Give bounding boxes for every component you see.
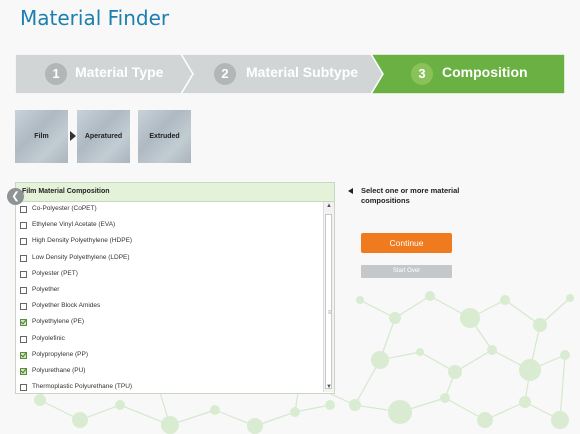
back-arrow-icon[interactable]: ❮ (7, 188, 24, 205)
molecule-node (560, 350, 570, 360)
option-label: Ethylene Vinyl Acetate (EVA) (32, 221, 116, 229)
step-progress-bar: 1 Material Type 2 Material Subtype 3 Com… (15, 54, 565, 94)
checkbox[interactable] (20, 254, 27, 262)
option-label: Thermoplastic Polyurethane (TPU) (32, 383, 133, 391)
molecule-node (72, 412, 88, 428)
molecule-node (161, 416, 179, 434)
composition-option[interactable]: Polyurethane (PU) (16, 364, 334, 380)
molecule-node (115, 400, 125, 410)
composition-option[interactable]: Co-Polyester (CoPET) (16, 202, 334, 218)
molecule-bond (294, 404, 331, 413)
step-label: Material Type (75, 64, 164, 80)
checkbox[interactable] (20, 286, 27, 294)
step-material-type[interactable]: 1 Material Type (15, 54, 205, 94)
checkbox[interactable] (20, 384, 27, 392)
composition-option[interactable]: Polyester (PET) (16, 267, 334, 283)
panel-header: Film Material Composition (16, 183, 334, 202)
molecule-node (425, 291, 435, 301)
option-label: Polyester (PET) (32, 269, 78, 277)
molecule-node (500, 295, 510, 305)
arrow-right-icon (70, 131, 76, 141)
checkbox[interactable] (20, 270, 27, 278)
molecule-node (325, 400, 335, 410)
composition-option[interactable]: Ethylene Vinyl Acetate (EVA) (16, 218, 334, 234)
step-material-subtype[interactable]: 2 Material Subtype (181, 54, 393, 94)
thumb-extruded[interactable]: Extruded (138, 110, 191, 163)
molecule-node (551, 411, 569, 429)
option-label: High Density Polyethylene (HDPE) (32, 237, 133, 245)
checkbox[interactable] (20, 319, 27, 327)
start-over-button[interactable]: Start Over (361, 265, 452, 278)
step-label: Composition (442, 64, 528, 80)
composition-option[interactable]: Polypropylene (PP) (16, 348, 334, 364)
molecule-node (349, 399, 361, 411)
molecule-node (34, 394, 46, 406)
option-label: Polyether Block Amides (32, 302, 101, 310)
composition-option[interactable]: Thermoplastic Polyurethane (TPU) (16, 380, 334, 393)
molecule-node (290, 407, 300, 417)
composition-option[interactable]: Low Density Polyethylene (LDPE) (16, 251, 334, 267)
molecule-node (519, 359, 541, 381)
checkbox[interactable] (20, 351, 27, 359)
molecule-node (519, 396, 531, 408)
option-label: Polyether (32, 285, 60, 293)
molecule-node (460, 308, 480, 328)
molecule-node (389, 312, 401, 324)
composition-option[interactable]: Polyolefinic (16, 332, 334, 348)
scrollbar[interactable]: ▲ ≡ ▼ (323, 202, 334, 392)
option-label: Low Density Polyethylene (LDPE) (32, 253, 130, 261)
scroll-up-icon[interactable]: ▲ (324, 202, 334, 211)
checkbox[interactable] (20, 335, 27, 343)
option-label: Polyurethane (PU) (32, 366, 86, 374)
option-label: Polyolefinic (32, 334, 65, 342)
option-label: Polyethylene (PE) (32, 318, 85, 326)
grip-icon: ≡ (327, 310, 332, 316)
composition-option[interactable]: Polyethylene (PE) (16, 315, 334, 331)
molecule-node (448, 365, 462, 379)
hint-text: Select one or more material compositions (361, 186, 460, 205)
molecule-node (247, 418, 263, 434)
checkbox[interactable] (20, 206, 27, 213)
molecule-node (210, 405, 220, 415)
molecule-bond (394, 295, 431, 319)
composition-list: Co-Polyester (CoPET) Ethylene Vinyl Aceta… (16, 202, 334, 393)
checkbox[interactable] (20, 367, 27, 375)
arrow-left-icon (348, 188, 353, 194)
step-composition[interactable]: 3 Composition (371, 54, 565, 94)
molecule-node (356, 296, 364, 304)
composition-option[interactable]: Polyether (16, 283, 334, 299)
molecule-node (440, 393, 450, 403)
molecule-bond (559, 354, 566, 421)
step-number: 3 (411, 63, 433, 85)
molecule-node (371, 351, 389, 369)
molecule-node (566, 294, 574, 302)
step-number: 1 (45, 63, 67, 85)
checkbox[interactable] (20, 222, 27, 230)
continue-button[interactable]: Continue (361, 233, 452, 253)
molecule-node (388, 400, 412, 424)
molecule-node (487, 345, 497, 355)
checkbox[interactable] (20, 238, 27, 246)
scroll-down-icon[interactable]: ▼ (324, 383, 334, 392)
molecule-node (533, 318, 547, 332)
thumb-film[interactable]: Film (15, 110, 68, 163)
composition-option[interactable]: Polyether Block Amides (16, 299, 334, 315)
molecule-node (477, 412, 493, 428)
scrollbar-thumb[interactable]: ≡ (325, 214, 332, 389)
thumb-aperatured[interactable]: Aperatured (77, 110, 130, 163)
step-number: 2 (214, 63, 236, 85)
page-title: Material Finder (20, 6, 170, 30)
molecule-node (416, 348, 424, 356)
step-label: Material Subtype (246, 64, 359, 80)
composition-panel: Film Material Composition Co-Polyester (… (15, 182, 335, 394)
option-label: Polypropylene (PP) (32, 350, 88, 358)
composition-option[interactable]: High Density Polyethylene (HDPE) (16, 234, 334, 250)
option-label: Co-Polyester (CoPET) (32, 205, 97, 212)
checkbox[interactable] (20, 303, 27, 311)
